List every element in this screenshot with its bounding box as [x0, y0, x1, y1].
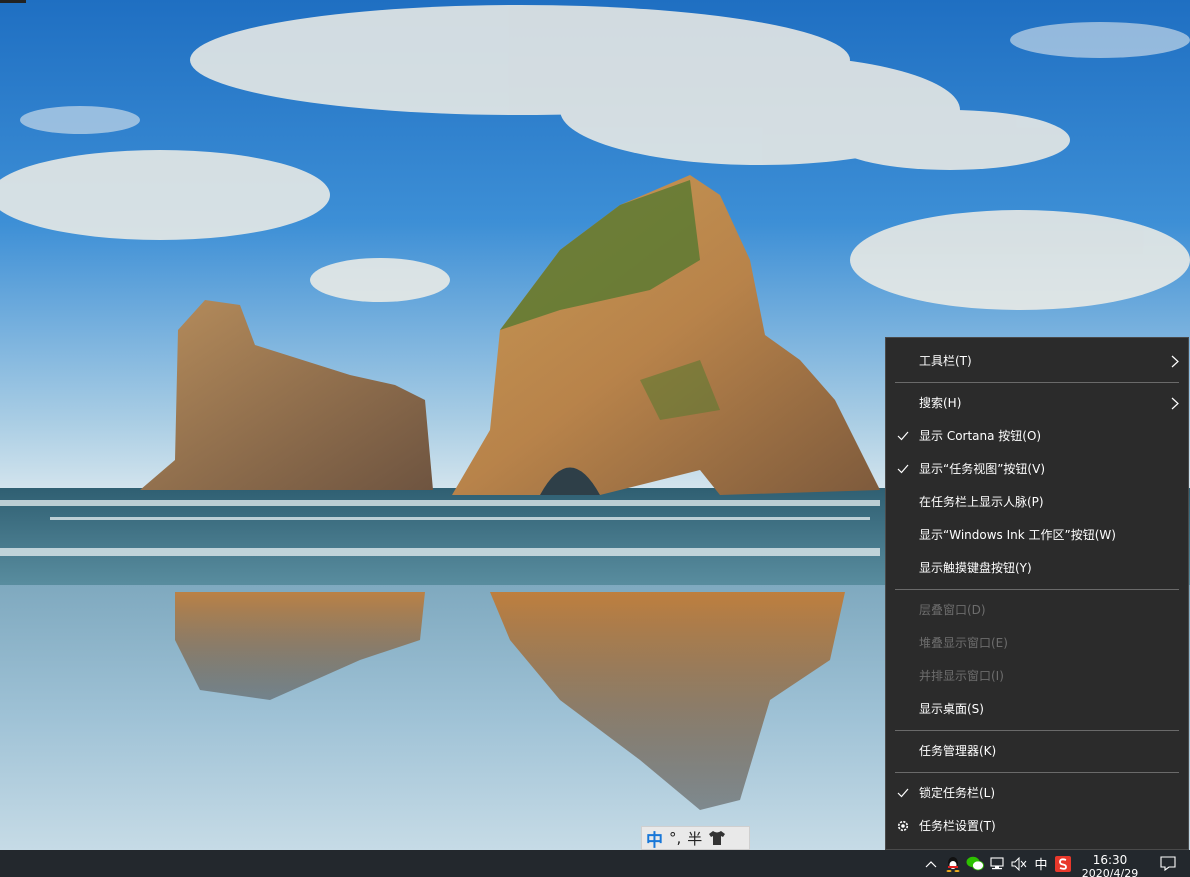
menu-item-label: 显示触摸键盘按钮(Y) [919, 561, 1032, 575]
menu-item-label: 显示 Cortana 按钮(O) [919, 429, 1042, 443]
sogou-icon[interactable] [1052, 850, 1074, 877]
clock-time: 16:30 [1092, 853, 1128, 867]
taskbar[interactable]: 中 16:30 2020/4/29 [0, 850, 1190, 877]
desktop-corner-artifact [0, 0, 26, 3]
menu-item-cascade-windows: 层叠窗口(D) [886, 594, 1188, 627]
volume-muted-icon[interactable] [1008, 850, 1030, 877]
menu-item-label: 任务栏设置(T) [919, 819, 996, 833]
menu-item-label: 在任务栏上显示人脉(P) [919, 495, 1044, 509]
menu-item-show-people[interactable]: 在任务栏上显示人脉(P) [886, 486, 1188, 519]
taskbar-clock[interactable]: 16:30 2020/4/29 [1074, 850, 1146, 877]
menu-item-show-windows-ink[interactable]: 显示“Windows Ink 工作区”按钮(W) [886, 519, 1188, 552]
ime-mode-indicator[interactable]: 中 [1030, 850, 1052, 877]
menu-item-lock-taskbar[interactable]: 锁定任务栏(L) [886, 777, 1188, 810]
checkmark-icon [897, 777, 911, 810]
menu-separator [895, 730, 1179, 731]
taskbar-context-menu: 工具栏(T) 搜索(H) 显示 Cortana 按钮(O) 显示“任务视图”按钮… [885, 337, 1189, 850]
menu-item-stack-windows: 堆叠显示窗口(E) [886, 627, 1188, 660]
menu-top-padding [886, 338, 1188, 345]
wechat-icon[interactable] [964, 850, 986, 877]
chevron-up-icon[interactable] [920, 850, 942, 877]
menu-item-show-cortana[interactable]: 显示 Cortana 按钮(O) [886, 420, 1188, 453]
menu-separator [895, 382, 1179, 383]
menu-item-show-touch-keyboard[interactable]: 显示触摸键盘按钮(Y) [886, 552, 1188, 585]
ime-toolbar[interactable]: 中 °, 半 [641, 826, 750, 851]
checkmark-icon [897, 420, 911, 453]
menu-item-label: 任务管理器(K) [919, 744, 997, 758]
checkmark-icon [897, 453, 911, 486]
menu-item-label: 并排显示窗口(I) [919, 669, 1004, 683]
menu-item-task-manager[interactable]: 任务管理器(K) [886, 735, 1188, 768]
system-tray: 中 16:30 2020/4/29 [920, 850, 1190, 877]
menu-item-show-desktop[interactable]: 显示桌面(S) [886, 693, 1188, 726]
menu-item-label: 显示桌面(S) [919, 702, 984, 716]
shirt-icon[interactable] [708, 830, 726, 846]
ime-punctuation-toggle[interactable]: °, [669, 829, 681, 847]
menu-item-label: 堆叠显示窗口(E) [919, 636, 1008, 650]
menu-item-label: 显示“Windows Ink 工作区”按钮(W) [919, 528, 1116, 542]
ime-language-toggle[interactable]: 中 [646, 826, 663, 851]
menu-item-show-task-view[interactable]: 显示“任务视图”按钮(V) [886, 453, 1188, 486]
menu-item-label: 显示“任务视图”按钮(V) [919, 462, 1046, 476]
menu-item-label: 锁定任务栏(L) [919, 786, 996, 800]
menu-item-label: 搜索(H) [919, 396, 962, 410]
notification-icon[interactable] [1146, 850, 1190, 877]
menu-item-search[interactable]: 搜索(H) [886, 387, 1188, 420]
menu-item-side-by-side-windows: 并排显示窗口(I) [886, 660, 1188, 693]
menu-item-toolbars[interactable]: 工具栏(T) [886, 345, 1188, 378]
menu-separator [895, 772, 1179, 773]
ime-width-toggle[interactable]: 半 [687, 828, 702, 849]
menu-separator [895, 589, 1179, 590]
clock-date: 2020/4/29 [1081, 867, 1139, 877]
menu-item-label: 层叠窗口(D) [919, 603, 986, 617]
network-icon[interactable] [986, 850, 1008, 877]
menu-item-label: 工具栏(T) [919, 354, 972, 368]
qq-icon[interactable] [942, 850, 964, 877]
menu-item-taskbar-settings[interactable]: 任务栏设置(T) [886, 810, 1188, 843]
